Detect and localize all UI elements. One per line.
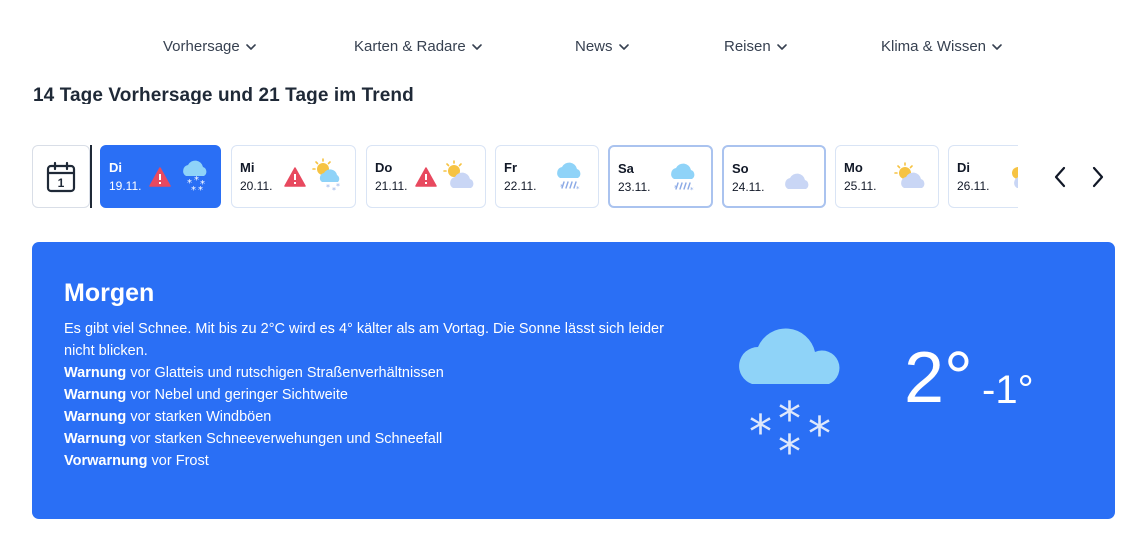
day-card[interactable]: So 24.11. <box>722 145 826 208</box>
forecast-text: Es gibt viel Schnee. Mit bis zu 2°C wird… <box>64 318 664 472</box>
warning-icon <box>149 167 171 187</box>
temp-min: -1° <box>982 368 1034 412</box>
svg-text:*: * <box>749 405 772 455</box>
divider <box>90 145 92 208</box>
sun-cloud-icon <box>894 162 925 188</box>
day-date: 25.11. <box>844 179 877 193</box>
calendar-button[interactable]: 1 <box>32 145 90 208</box>
day-name: Sa <box>618 161 634 176</box>
warning-level: Warnung <box>64 387 127 403</box>
nav-item-label: Vorhersage <box>163 38 240 55</box>
next-arrow-button[interactable] <box>1087 164 1109 190</box>
warning-line: Warnung vor starken Windböen <box>64 406 664 428</box>
cloud-snow-icon: * * * * * <box>183 160 207 196</box>
forecast-description: Es gibt viel Schnee. Mit bis zu 2°C wird… <box>64 321 664 359</box>
day-name: Do <box>375 160 393 175</box>
day-date: 19.11. <box>109 179 142 193</box>
day-name: Di <box>109 160 122 175</box>
day-card[interactable]: Sa 23.11. * * <box>608 145 713 208</box>
chevron-down-icon <box>776 43 787 50</box>
cloud-snow-icon: * * * * <box>739 328 840 455</box>
svg-text:*: * <box>690 186 694 194</box>
chevron-right-icon <box>1092 166 1104 188</box>
day-date: 26.11. <box>957 179 990 193</box>
nav-item-label: News <box>575 38 613 55</box>
warning-text: vor starken Windböen <box>126 409 272 425</box>
nav-item-reisen[interactable]: Reisen <box>724 38 788 55</box>
warning-line: Warnung vor starken Schneeverwehungen un… <box>64 428 664 450</box>
day-card[interactable]: Mo 25.11. <box>835 145 939 208</box>
warning-icon <box>284 167 306 187</box>
day-card[interactable]: Mi 20.11. * * * <box>231 145 356 208</box>
warning-text: vor Frost <box>147 453 209 469</box>
svg-text:*: * <box>778 425 801 455</box>
day-date: 22.11. <box>504 179 537 193</box>
panel-title: Morgen <box>64 279 155 307</box>
warning-level: Vorwarnung <box>64 453 148 469</box>
nav-item-label: Klima & Wissen <box>881 38 987 55</box>
sun-cloud-icon <box>443 160 474 188</box>
day-name: Di <box>957 160 970 175</box>
chevron-down-icon <box>471 43 482 50</box>
warning-level: Warnung <box>64 365 127 381</box>
svg-text:*: * <box>674 184 678 192</box>
prev-arrow-button[interactable] <box>1049 164 1071 190</box>
warning-text: vor starken Schneeverwehungen und Schnee… <box>126 431 443 447</box>
cloud-icon <box>785 173 809 189</box>
day-name: Mi <box>240 160 255 175</box>
warning-line: Vorwarnung vor Frost <box>64 450 664 472</box>
day-card[interactable]: Di 26.11. <box>948 145 1018 208</box>
day-date: 23.11. <box>618 180 651 194</box>
day-card[interactable]: Fr 22.11. * * <box>495 145 599 208</box>
page-subheading: 14 Tage Vorhersage und 21 Tage im Trend <box>33 85 414 104</box>
svg-text:*: * <box>191 185 196 196</box>
nav-item-label: Reisen <box>724 38 771 55</box>
svg-text:*: * <box>808 407 831 455</box>
warning-level: Warnung <box>64 431 127 447</box>
warning-line: Warnung vor Nebel und geringer Sichtweit… <box>64 384 664 406</box>
day-selector: Di 19.11. * * * * * Mi 20.11. * * * Do 2… <box>100 145 1018 208</box>
warning-level: Warnung <box>64 409 127 425</box>
sun-cloud-icon <box>1012 167 1018 188</box>
nav-item-klima-wissen[interactable]: Klima & Wissen <box>881 38 1003 55</box>
calendar-day-number: 1 <box>58 176 65 190</box>
svg-text:*: * <box>336 182 340 191</box>
day-date: 24.11. <box>732 180 765 194</box>
cloud-sleet-icon: * * <box>557 162 581 193</box>
warning-text: vor Nebel und geringer Sichtweite <box>126 387 348 403</box>
chevron-down-icon <box>245 43 256 50</box>
svg-text:*: * <box>560 183 564 191</box>
forecast-panel: Morgen Es gibt viel Schnee. Mit bis zu 2… <box>32 242 1115 519</box>
day-name: Mo <box>844 160 863 175</box>
nav-item-label: Karten & Radare <box>354 38 466 55</box>
svg-text:*: * <box>576 185 580 193</box>
calendar-icon: 1 <box>46 161 76 192</box>
chevron-down-icon <box>992 43 1002 50</box>
warning-line: Warnung vor Glatteis und rutschigen Stra… <box>64 362 664 384</box>
nav-item-vorhersage[interactable]: Vorhersage <box>163 38 257 55</box>
temp-max: 2° <box>904 338 973 418</box>
warning-text: vor Glatteis und rutschigen Straßenverhä… <box>126 365 444 381</box>
main-nav: Vorhersage Karten & Radare News Reisen K… <box>0 38 1137 68</box>
svg-text:*: * <box>198 185 203 196</box>
day-name: So <box>732 161 749 176</box>
cloud-sleet-icon: * * <box>671 163 695 194</box>
day-date: 21.11. <box>375 179 408 193</box>
warning-icon <box>415 167 437 187</box>
chevron-left-icon <box>1054 166 1066 188</box>
nav-item-karten-radare[interactable]: Karten & Radare <box>354 38 483 55</box>
chevron-down-icon <box>618 43 629 50</box>
svg-text:*: * <box>326 183 330 192</box>
nav-item-news[interactable]: News <box>575 38 630 55</box>
day-card[interactable]: Di 19.11. * * * * * <box>100 145 221 208</box>
day-date: 20.11. <box>240 179 273 193</box>
day-card[interactable]: Do 21.11. <box>366 145 486 208</box>
sun-cloud-snow-icon: * * * <box>312 158 340 195</box>
day-name: Fr <box>504 160 517 175</box>
